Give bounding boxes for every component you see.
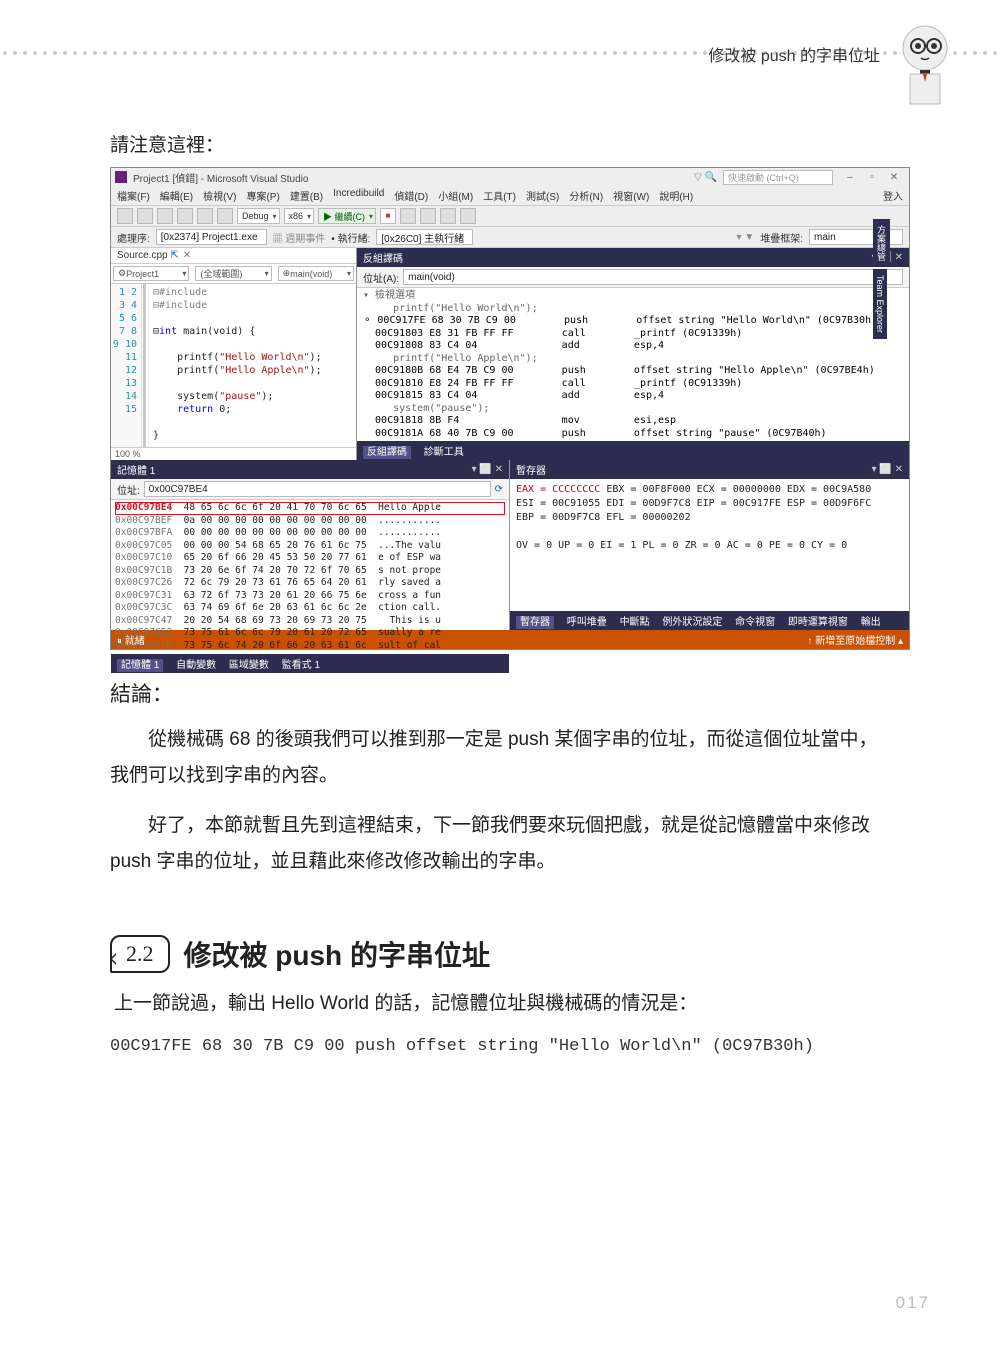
mem-addr-input[interactable]: 0x00C97BE4 (144, 481, 491, 497)
tab-reg[interactable]: 暫存器 (516, 616, 554, 629)
scope-global[interactable]: (全域範圍) (195, 266, 271, 281)
register-panel: 暫存器 ▾ ⬜ ✕ EAX = CCCCCCCC EBX = 00F8F000 E… (510, 460, 909, 630)
disasm-title: 反組譯碼 (363, 250, 403, 265)
vs-title: Project1 [偵錯] - Microsoft Visual Studio (133, 170, 308, 185)
login-link[interactable]: 登入 (883, 188, 903, 203)
reg-listing: EAX = CCCCCCCC EBX = 00F8F000 ECX = 0000… (510, 479, 909, 611)
body-para-1: 從機械碼 68 的後頭我們可以推到那一定是 push 某個字串的位址，而從這個位… (110, 722, 890, 794)
thread-label: • 執行緒: (331, 230, 370, 245)
nav-back-icon[interactable] (117, 208, 133, 224)
menu-item[interactable]: 測試(S) (526, 188, 559, 203)
save-icon[interactable] (157, 208, 173, 224)
menu-item[interactable]: 檔案(F) (117, 188, 150, 203)
mem-title: 記憶體 1 (117, 462, 155, 477)
tab-locals[interactable]: 區域變數 (229, 660, 269, 671)
status-right[interactable]: ↑ 新增至原始檔控制 ▴ (807, 632, 903, 647)
menu-item[interactable]: 說明(H) (659, 188, 693, 203)
menu-item[interactable]: Incredibuild (333, 188, 384, 203)
panel-menu-icon[interactable]: ▾ ⬜ ✕ (872, 464, 903, 475)
config-dropdown[interactable]: Debug (237, 208, 280, 224)
disasm-listing[interactable]: ▾ 檢視選項 printf("Hello World\n"); ⚬ 00C917… (357, 288, 909, 441)
refresh-icon[interactable]: ⟳ (495, 484, 503, 495)
continue-button[interactable]: ▶ 繼續(C) (318, 208, 376, 224)
body-para-2: 好了，本節就暫且先到這裡結束，下一節我們要來玩個把戲，就是從記憶體當中來修改 p… (110, 808, 890, 880)
page-number: 017 (896, 1293, 930, 1313)
mem-bottom-tabs: 記憶體 1 自動變數 區域變數 監看式 1 (111, 654, 509, 673)
disasm-addr-label: 位址(A): (363, 270, 399, 285)
tab-imm[interactable]: 即時運算視窗 (788, 617, 848, 628)
step-into-icon[interactable] (420, 208, 436, 224)
disasm-bottom-tabs: 反組譯碼 診斷工具 (357, 441, 909, 460)
header-label: 修改被 push 的字串位址 (708, 42, 880, 66)
pause-icon[interactable]: ■ (380, 208, 396, 224)
menu-item[interactable]: 小組(M) (438, 188, 473, 203)
vs-toolbar2: 處理序: [0x2374] Project1.exe ▦ 週期事件 • 執行緒:… (111, 227, 909, 248)
tab-disasm[interactable]: 反組譯碼 (363, 446, 411, 459)
platform-dropdown[interactable]: x86 (284, 208, 315, 224)
step-out-icon[interactable] (460, 208, 476, 224)
menu-item[interactable]: 建置(B) (290, 188, 323, 203)
memory-panel: 記憶體 1▾ ⬜ ✕ 位址: 0x00C97BE4 ⟳ 0x00C97BE4 4… (111, 460, 510, 630)
code-editor-panel: Source.cpp ⇱✕ ⚙ Project1 (全域範圍) ⊕ main(v… (111, 248, 357, 460)
tab-mem1[interactable]: 記憶體 1 (117, 659, 163, 672)
panel-menu-icon[interactable]: ▾ ⬜ ✕ (472, 464, 503, 475)
status-left: ⏸ 就緒 (117, 632, 145, 647)
mem-addr-label: 位址: (117, 482, 140, 497)
rtab-solution[interactable]: 方案總管 (873, 219, 890, 267)
tab-bp[interactable]: 中斷點 (620, 617, 650, 628)
tab-diag[interactable]: 診斷工具 (424, 447, 464, 458)
scope-project[interactable]: ⚙ Project1 (113, 266, 189, 281)
menu-item[interactable]: 工具(T) (483, 188, 516, 203)
disasm-addr-input[interactable]: main(void) (403, 269, 903, 285)
code-block: 00C917FE 68 30 7B C9 00 push offset stri… (110, 1033, 890, 1060)
mascot-icon (890, 20, 960, 110)
quick-launch-icon: ▽ 🔍 (694, 172, 717, 183)
process-label: 處理序: (117, 230, 150, 245)
tab-cmd[interactable]: 命令視窗 (735, 617, 775, 628)
tab-watch[interactable]: 監看式 1 (282, 660, 320, 671)
close-icon[interactable]: ✕ (183, 250, 191, 261)
tab-output[interactable]: 輸出 (861, 617, 881, 628)
code-area[interactable]: 1 2 3 4 5 6 7 8 9 10 11 12 13 14 15 ⊟#in… (111, 284, 356, 447)
zoom-level[interactable]: 100 % (111, 447, 356, 460)
window-buttons[interactable]: –▫✕ (839, 172, 905, 183)
vs-window: Project1 [偵錯] - Microsoft Visual Studio … (110, 167, 910, 650)
thread-dropdown[interactable]: [0x26C0] 主執行緒 (376, 229, 473, 245)
tab-except[interactable]: 例外狀況設定 (662, 617, 722, 628)
vs-menubar: 檔案(F) 編輯(E) 檢視(V) 專案(P) 建置(B) Incredibui… (111, 186, 909, 206)
menu-item[interactable]: 偵錯(D) (394, 188, 428, 203)
notice-text: 請注意這裡： (110, 130, 890, 157)
undo-icon[interactable] (197, 208, 213, 224)
menu-item[interactable]: 檢視(V) (203, 188, 236, 203)
vs-titlebar: Project1 [偵錯] - Microsoft Visual Studio … (111, 168, 909, 186)
lifecycle-label: ▦ 週期事件 (273, 230, 326, 245)
section-subtitle: 上一節說過，輸出 Hello World 的話，記憶體位址與機械碼的情況是： (114, 988, 890, 1015)
menu-item[interactable]: 視窗(W) (613, 188, 649, 203)
scope-func[interactable]: ⊕ main(void) (278, 266, 354, 281)
tab-autos[interactable]: 自動變數 (176, 660, 216, 671)
disassembly-panel: 反組譯碼▾ ⬜ ✕ 位址(A): main(void) ▾ 檢視選項 print… (357, 248, 909, 460)
menu-item[interactable]: 專案(P) (246, 188, 279, 203)
section-title: 修改被 push 的字串位址 (184, 934, 490, 974)
process-dropdown[interactable]: [0x2374] Project1.exe (156, 229, 267, 245)
conclusion-heading: 結論： (110, 678, 890, 708)
save-all-icon[interactable] (177, 208, 193, 224)
reg-title: 暫存器 (516, 462, 546, 477)
mem-listing[interactable]: 0x00C97BE4 48 65 6c 6c 6f 20 41 70 70 6c… (111, 500, 509, 654)
step-icon[interactable] (400, 208, 416, 224)
reg-bottom-tabs: 暫存器 呼叫堆疊 中斷點 例外狀況設定 命令視窗 即時運算視窗 輸出 (510, 611, 909, 630)
rtab-team[interactable]: Team Explorer (873, 269, 887, 339)
menu-item[interactable]: 編輯(E) (160, 188, 193, 203)
nav-fwd-icon[interactable] (137, 208, 153, 224)
vs-logo-icon (115, 171, 127, 183)
redo-icon[interactable] (217, 208, 233, 224)
section-number-bubble: 2.2 (110, 935, 170, 973)
menu-item[interactable]: 分析(N) (569, 188, 603, 203)
vs-toolbar: Debug x86 ▶ 繼續(C) ■ (111, 206, 909, 227)
step-over-icon[interactable] (440, 208, 456, 224)
code-tab[interactable]: Source.cpp ⇱✕ (111, 248, 356, 264)
quick-launch-input[interactable]: 快速啟動 (Ctrl+Q) (723, 170, 833, 185)
tab-callstack[interactable]: 呼叫堆疊 (567, 617, 607, 628)
frame-label: 堆疊框架: (760, 230, 803, 245)
